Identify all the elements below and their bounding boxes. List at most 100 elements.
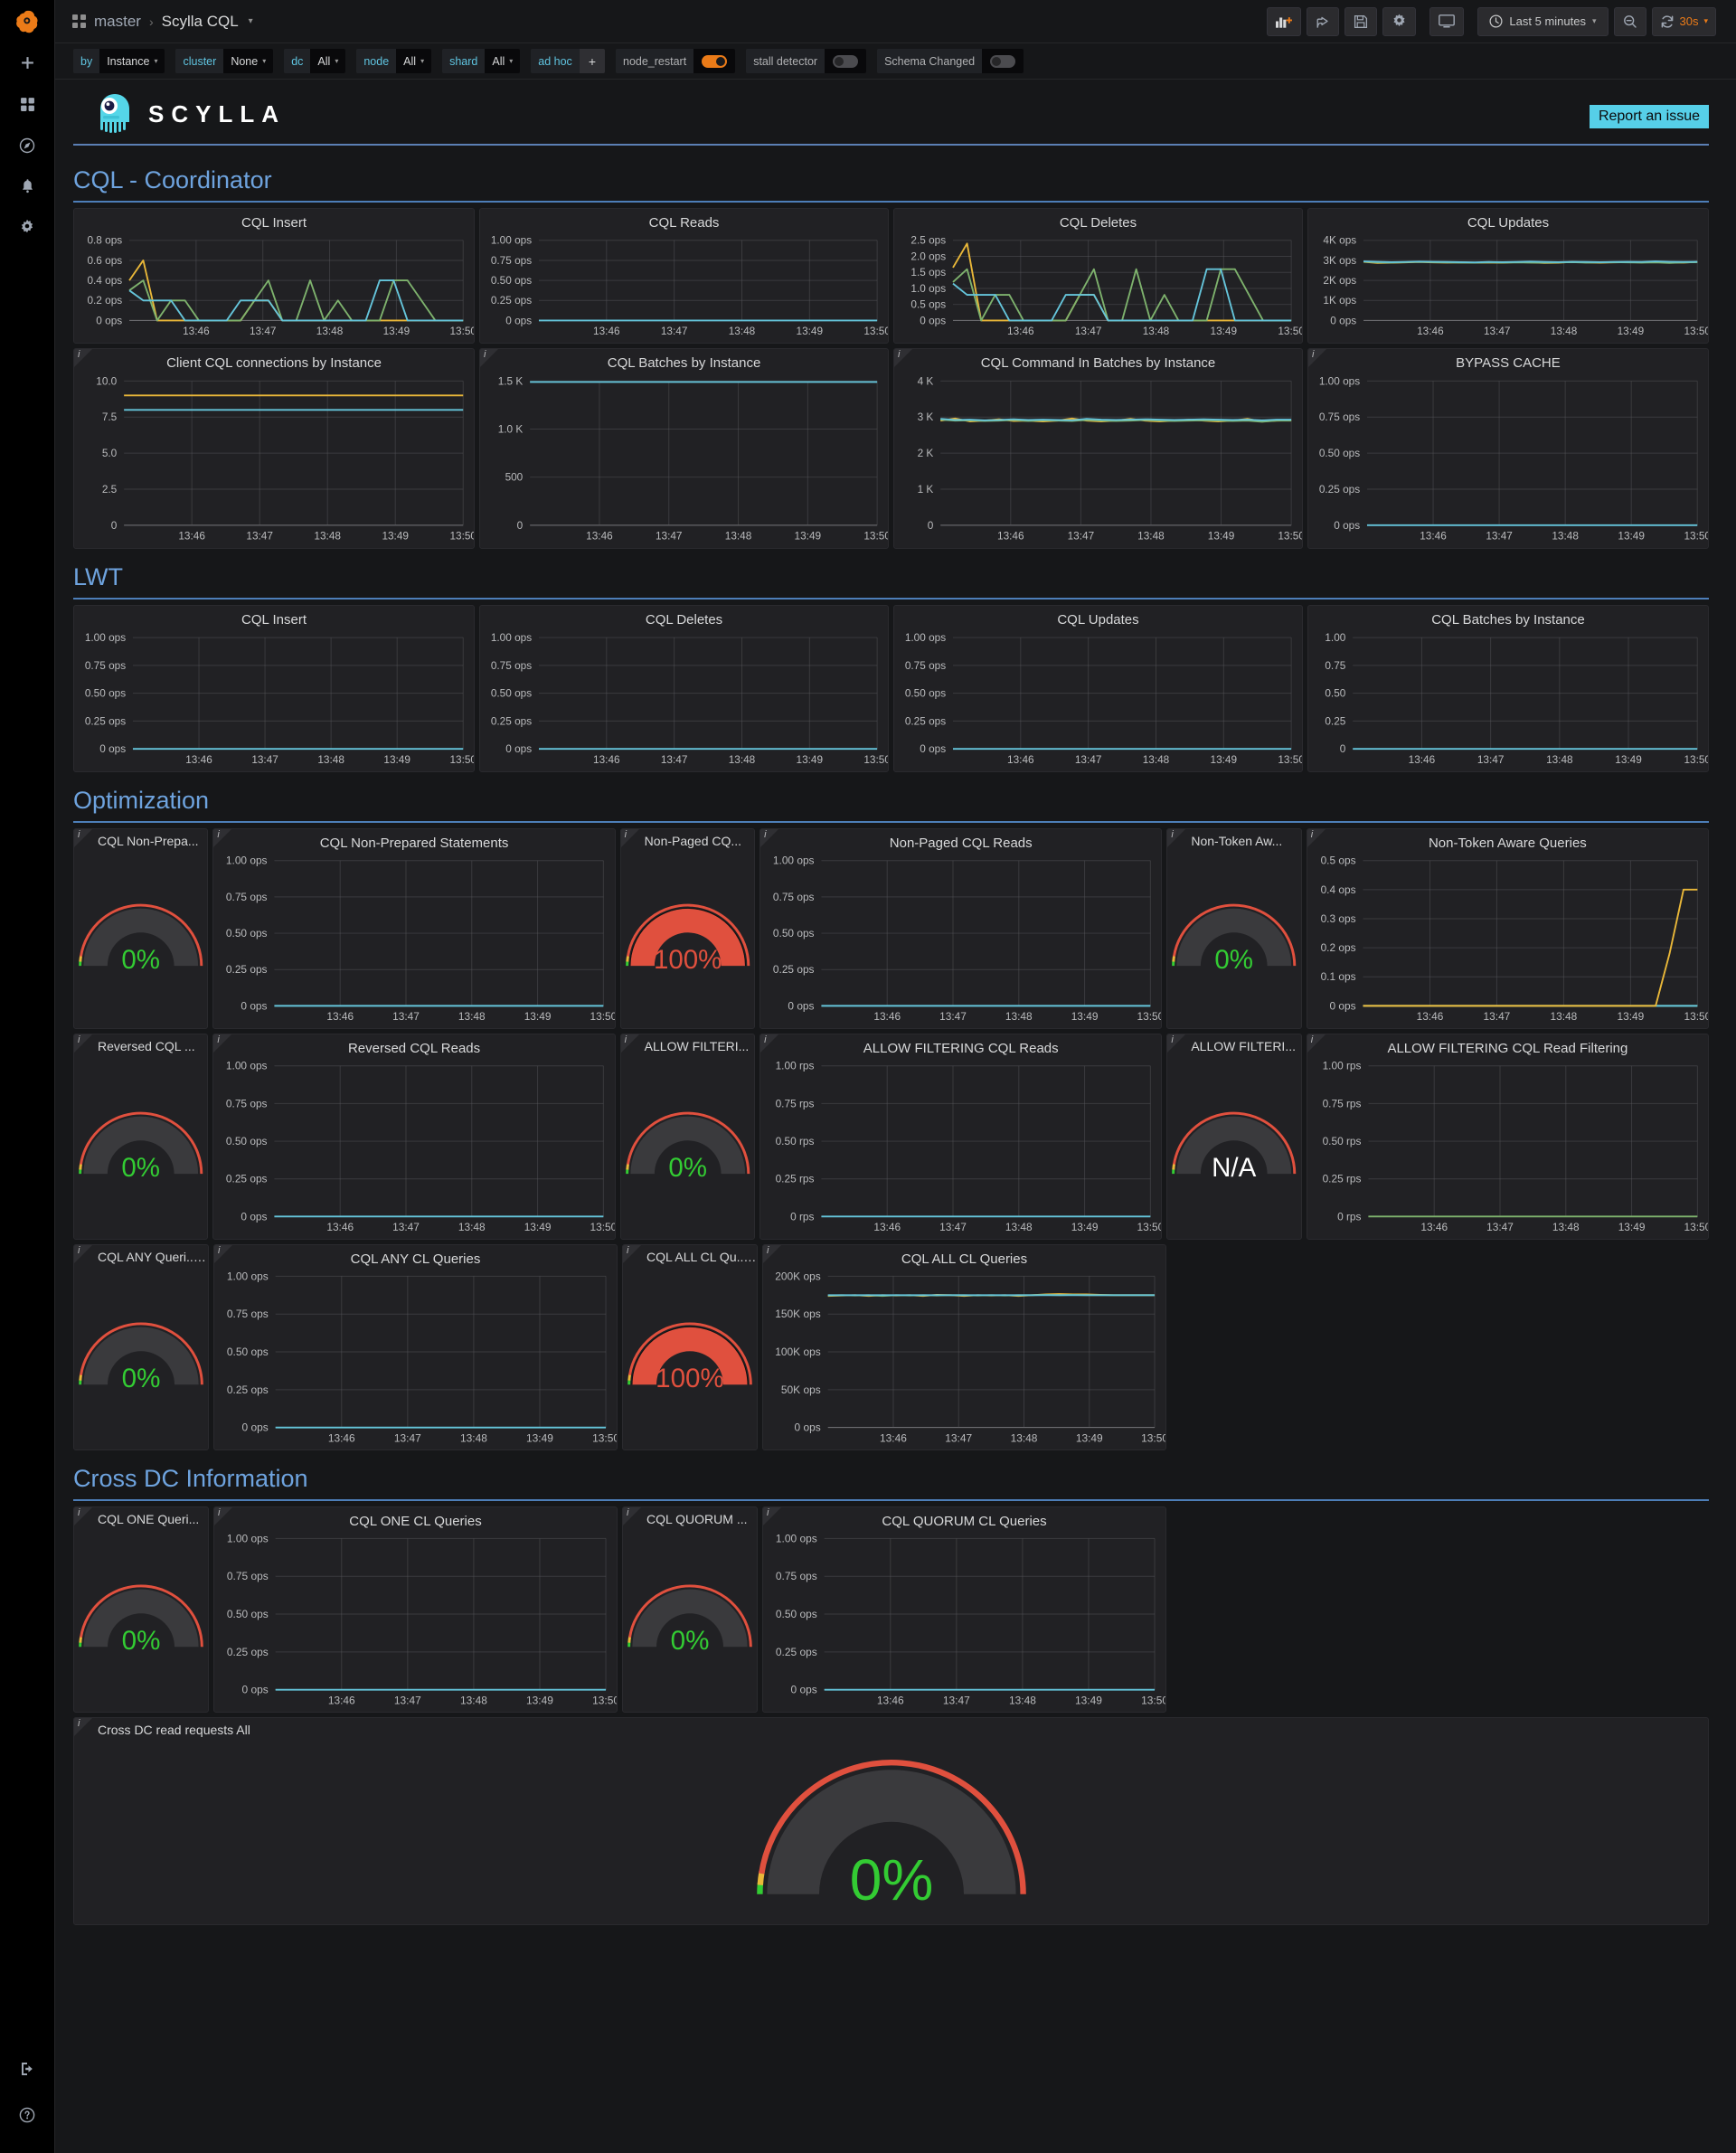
panel-title[interactable]: ALLOW FILTERI... [621,1034,754,1053]
create-new-icon[interactable] [0,43,55,84]
panel-info-corner[interactable] [74,829,92,847]
gauge-g-cql-non-prepared[interactable]: 0% [74,848,207,1022]
graph-non-token-aware-queries[interactable]: 0 ops 0.1 ops 0.2 ops 0.3 ops 0.4 ops 0.5 ops… [1307,851,1708,1028]
graph-bypass-cache[interactable]: 0 ops 0.25 ops 0.50 ops 0.75 ops 1.00 ops 13:… [1308,371,1708,548]
dashboard-grid-icon[interactable] [72,14,86,28]
panel-title[interactable]: CQL Updates [894,606,1302,628]
time-range-picker[interactable]: Last 5 minutes ▾ [1477,6,1609,36]
row-title-text[interactable]: Optimization [73,787,209,814]
panel-title[interactable]: CQL Non-Prepa... [74,829,207,848]
variable-value-dropdown[interactable]: All ▾ [310,49,346,73]
panel-title[interactable]: Reversed CQL ... [74,1034,207,1053]
panel-title[interactable]: Non-Token Aware Queries [1307,829,1708,851]
gauge-g-cross-dc-read-all[interactable]: 0% [74,1737,1708,1918]
panel-info-corner[interactable] [620,829,639,847]
panel-info-corner[interactable] [623,1507,641,1525]
variable-value-dropdown[interactable]: None ▾ [223,49,274,73]
panel-info-corner[interactable] [763,1245,781,1263]
panel-title[interactable]: Reversed CQL Reads [213,1034,614,1056]
panel-info-corner[interactable] [1307,1034,1326,1053]
panel-title[interactable]: CQL QUORUM ... [623,1507,757,1526]
zoom-out-time-button[interactable] [1613,6,1646,36]
report-an-issue-button[interactable]: Report an issue [1589,105,1709,128]
graph-cql-any-cl-queries[interactable]: 0 ops 0.25 ops 0.50 ops 0.75 ops 1.00 ops 13:… [214,1267,617,1449]
dashboards-icon[interactable] [0,84,55,125]
panel-title[interactable]: CQL Reads [480,209,888,231]
row-title-text[interactable]: Cross DC Information [73,1465,308,1492]
gauge-g-allow-filtering-filtering[interactable]: N/A [1167,1053,1300,1232]
configuration-gear-icon[interactable] [0,206,55,247]
graph-allow-filtering-cql-reads[interactable]: 0 rps 0.25 rps 0.50 rps 0.75 rps 1.00 rps 13:… [760,1056,1162,1239]
graph-cql-updates[interactable]: 0 ops 1K ops 2K ops 3K ops 4K ops 13:46 13:47 1… [1308,231,1708,343]
row-title-text[interactable]: LWT [73,563,123,590]
panel-info-corner[interactable] [1167,1034,1186,1053]
panel-title[interactable]: CQL Batches by Instance [1308,606,1708,628]
breadcrumb-folder[interactable]: master [94,13,141,31]
graph-cql-command-in-batches[interactable]: 0 1 K 2 K 3 K 4 K 13:46 13:47 13:48 13:49 13:50 [894,371,1302,548]
panel-title[interactable]: Non-Paged CQ... [621,829,754,848]
explore-compass-icon[interactable] [0,125,55,165]
gauge-g-allow-filtering-reads[interactable]: 0% [621,1053,754,1232]
panel-info-corner[interactable] [74,349,92,367]
add-panel-button[interactable] [1267,6,1302,36]
graph-reversed-cql-reads[interactable]: 0 ops 0.25 ops 0.50 ops 0.75 ops 1.00 ops 13:… [213,1056,614,1239]
panel-title[interactable]: CQL ANY CL Queries [214,1245,617,1267]
gauge-g-non-paged-cql[interactable]: 100% [621,848,754,1022]
panel-info-corner[interactable] [623,1245,641,1263]
dashboard-settings-button[interactable] [1382,6,1417,36]
panel-info-corner[interactable] [1307,349,1326,367]
gauge-g-cql-any-cl[interactable]: 0% [74,1264,208,1443]
panel-info-corner[interactable] [894,349,912,367]
panel-title[interactable]: CQL Updates [1308,209,1708,231]
panel-title[interactable]: BYPASS CACHE [1308,349,1708,371]
panel-info-corner[interactable] [480,349,499,367]
gauge-g-cql-all-cl[interactable]: 100% [623,1264,757,1443]
chevron-down-icon[interactable]: ▾ [249,16,253,26]
graph-lwt-cql-insert[interactable]: 0 ops 0.25 ops 0.50 ops 0.75 ops 1.00 ops 13:… [74,628,474,771]
panel-info-corner[interactable] [213,1034,232,1053]
panel-title[interactable]: CQL ONE CL Queries [214,1507,617,1529]
panel-info-corner[interactable] [74,1034,92,1053]
panel-title[interactable]: CQL ANY Queri... [74,1245,208,1264]
graph-cql-batches-by-instance[interactable]: 0 500 1.0 K 1.5 K 13:46 13:47 13:48 13:49 13:50 [480,371,888,548]
panel-info-corner[interactable] [74,1507,92,1525]
tv-mode-button[interactable] [1429,6,1465,36]
row-title-text[interactable]: CQL - Coordinator [73,166,272,194]
variable-value-dropdown[interactable]: All ▾ [396,49,432,73]
graph-non-paged-cql-reads[interactable]: 0 ops 0.25 ops 0.50 ops 0.75 ops 1.00 ops 13:… [760,851,1161,1028]
graph-cql-non-prepared-statements[interactable]: 0 ops 0.25 ops 0.50 ops 0.75 ops 1.00 ops 13:… [213,851,614,1028]
panel-title[interactable]: ALLOW FILTERING CQL Read Filtering [1307,1034,1708,1056]
sign-in-icon[interactable] [0,2048,55,2089]
graph-cql-all-cl-queries[interactable]: 0 ops 50K ops 100K ops 150K ops 200K ops 13:4… [763,1267,1165,1449]
panel-info-corner[interactable] [620,1034,639,1053]
graph-allow-filtering-cql-read-filtering[interactable]: 0 rps 0.25 rps 0.50 rps 0.75 rps 1.00 rps 13:… [1307,1056,1708,1239]
panel-title[interactable]: CQL Deletes [894,209,1302,231]
toggle-switch[interactable] [990,54,1016,68]
page-title[interactable]: Scylla CQL [162,13,239,31]
variable-value-dropdown[interactable]: Instance ▾ [99,49,165,73]
toggle-switch[interactable] [833,54,859,68]
refresh-picker[interactable]: 30s ▾ [1651,6,1716,36]
panel-info-corner[interactable] [1307,829,1326,847]
alerting-bell-icon[interactable] [0,165,55,206]
graph-lwt-cql-batches[interactable]: 0 0.25 0.50 0.75 1.00 13:46 13:47 13:48 13:49 13:… [1308,628,1708,771]
graph-cql-insert[interactable]: 0 ops 0.2 ops 0.4 ops 0.6 ops 0.8 ops 13:46 13… [74,231,474,343]
graph-cql-quorum-cl-queries[interactable]: 0 ops 0.25 ops 0.50 ops 0.75 ops 1.00 ops 13:… [763,1529,1165,1712]
gauge-g-non-token-aware[interactable]: 0% [1167,848,1300,1022]
panel-title[interactable]: CQL Non-Prepared Statements [213,829,614,851]
save-dashboard-button[interactable] [1344,6,1378,36]
panel-info-corner[interactable] [74,1718,92,1736]
add-adhoc-filter-icon[interactable]: + [579,49,605,73]
graph-cql-one-cl-queries[interactable]: 0 ops 0.25 ops 0.50 ops 0.75 ops 1.00 ops 13:… [214,1529,617,1712]
panel-info-corner[interactable] [760,829,779,847]
panel-info-corner[interactable] [760,1034,779,1053]
panel-title[interactable]: CQL Insert [74,209,474,231]
panel-title[interactable]: CQL QUORUM CL Queries [763,1507,1165,1529]
panel-title[interactable]: ALLOW FILTERING CQL Reads [760,1034,1161,1056]
panel-title[interactable]: Client CQL connections by Instance [74,349,474,371]
help-icon[interactable] [0,2094,55,2135]
gauge-g-cql-quorum-cl[interactable]: 0% [623,1526,757,1705]
panel-title[interactable]: CQL ALL CL Qu... [623,1245,757,1264]
panel-title[interactable]: CQL Batches by Instance [480,349,888,371]
grafana-logo-icon[interactable] [0,0,55,43]
